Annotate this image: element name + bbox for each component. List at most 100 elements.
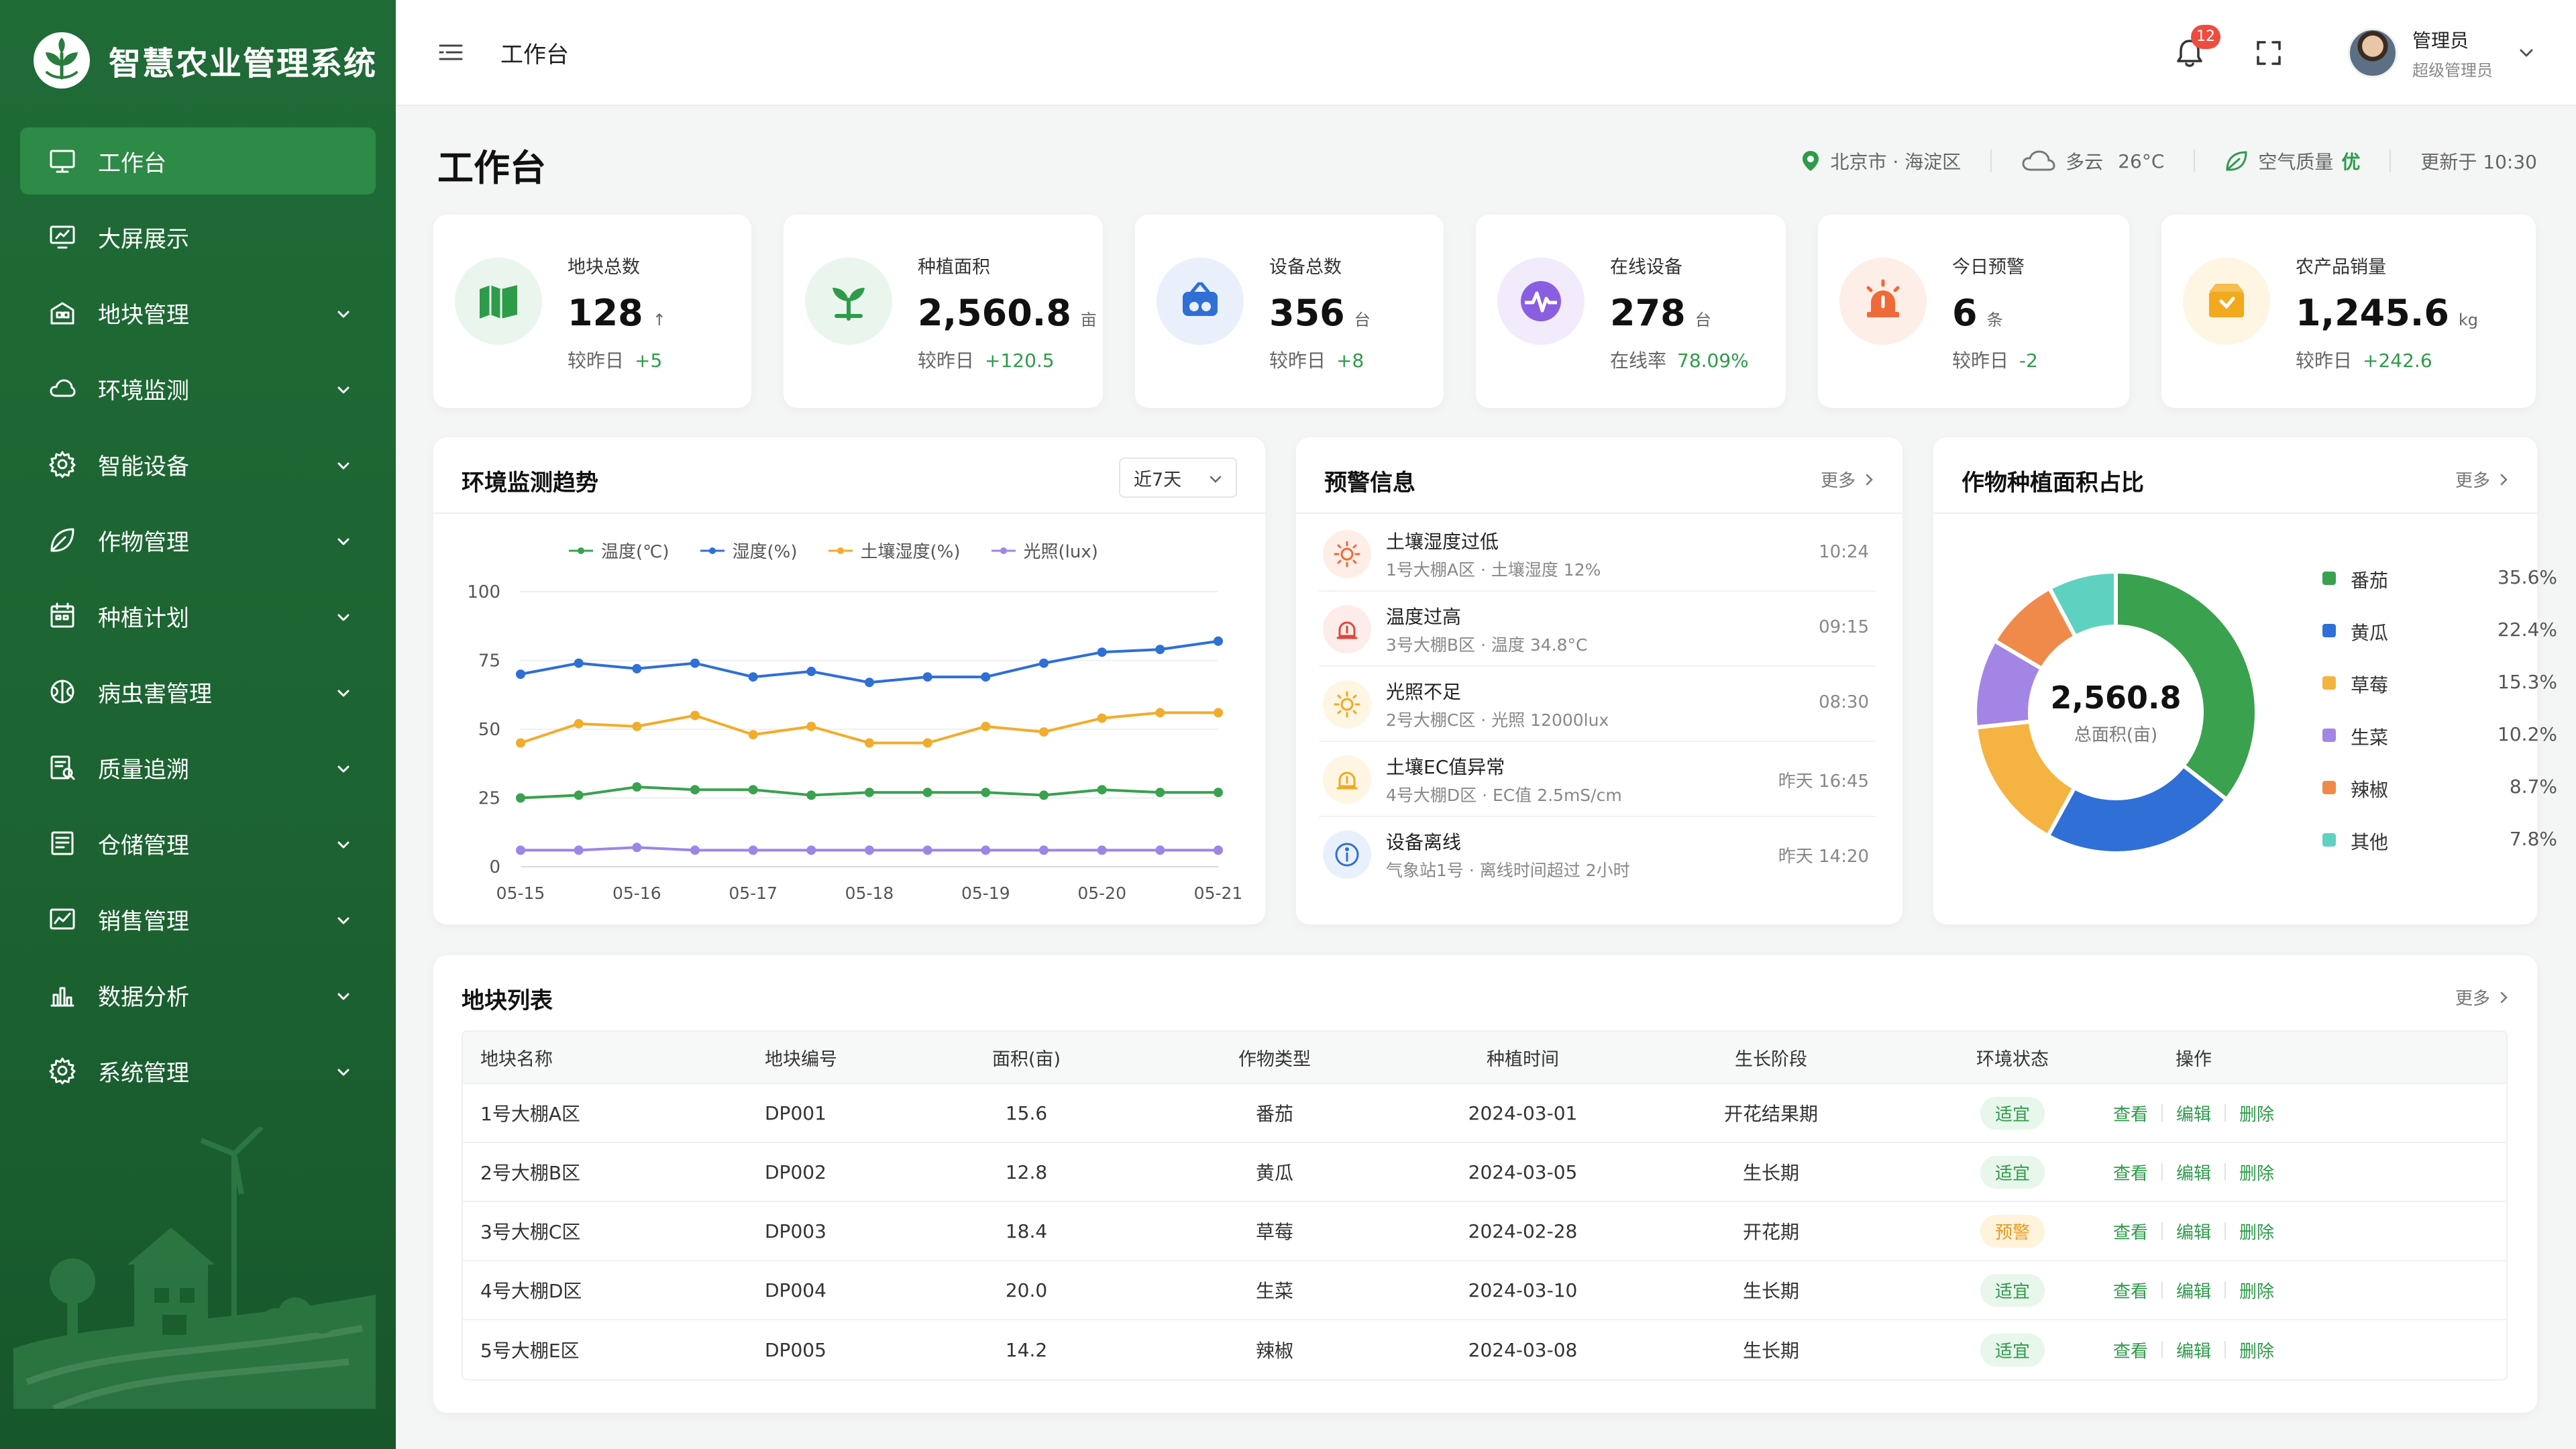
data-point[interactable] (1039, 658, 1049, 668)
sidebar-item-warehouse[interactable]: 仓储管理 (20, 810, 376, 877)
view-button[interactable]: 查看 (2113, 1338, 2148, 1362)
data-point[interactable] (690, 845, 700, 855)
data-point[interactable] (1214, 708, 1223, 718)
stat-card[interactable]: 种植面积 2,560.8 亩较昨日 +120.5 (784, 215, 1103, 408)
table-row[interactable]: 1号大棚A区 DP001 15.6 番茄 2024-03-01 开花结果期 适宜 查看 编辑 删除 (463, 1084, 2506, 1143)
sidebar-item-calendar[interactable]: 种植计划 (20, 582, 376, 649)
data-point[interactable] (1039, 727, 1049, 737)
data-point[interactable] (1039, 790, 1049, 800)
data-point[interactable] (806, 790, 816, 800)
data-point[interactable] (574, 845, 584, 855)
brand[interactable]: 智慧农业管理系统 (0, 0, 396, 121)
data-point[interactable] (690, 785, 700, 795)
data-point[interactable] (981, 721, 991, 731)
alert-item[interactable]: 光照不足 2号大棚C区 · 光照 12000lux 08:30 (1319, 667, 1876, 742)
legend-item[interactable]: 温度(℃) (568, 538, 669, 563)
legend-item[interactable]: 湿度(%) (699, 538, 798, 563)
stat-card[interactable]: 设备总数 356 台较昨日 +8 (1135, 215, 1444, 408)
data-point[interactable] (1097, 647, 1107, 657)
data-point[interactable] (690, 658, 700, 668)
data-point[interactable] (922, 672, 932, 682)
data-point[interactable] (1214, 845, 1223, 855)
data-point[interactable] (632, 843, 642, 853)
stat-card[interactable]: 农产品销量 1,245.6 kg 较昨日 +242.6 (2161, 215, 2536, 408)
view-button[interactable]: 查看 (2113, 1160, 2148, 1185)
data-point[interactable] (981, 845, 991, 855)
edit-button[interactable]: 编辑 (2176, 1278, 2211, 1303)
data-point[interactable] (690, 710, 700, 720)
data-point[interactable] (922, 738, 932, 748)
table-row[interactable]: 5号大棚E区 DP005 14.2 辣椒 2024-03-08 生长期 适宜 查看 编辑 删除 (463, 1320, 2506, 1379)
avatar[interactable] (2348, 28, 2398, 78)
sidebar-item-monitor[interactable]: 工作台 (20, 127, 376, 195)
data-point[interactable] (516, 845, 525, 855)
chevron-down-icon[interactable] (2517, 44, 2536, 62)
donut-legend-item[interactable]: 番茄 35.6% (2322, 565, 2557, 617)
data-point[interactable] (981, 788, 991, 798)
donut-legend-item[interactable]: 黄瓜 22.4% (2322, 617, 2557, 669)
data-point[interactable] (1155, 788, 1165, 798)
delete-button[interactable]: 删除 (2239, 1219, 2274, 1244)
data-point[interactable] (516, 793, 525, 803)
alert-item[interactable]: 设备离线 气象站1号 · 离线时间超过 2小时 昨天 14:20 (1319, 817, 1876, 892)
data-point[interactable] (1097, 785, 1107, 795)
edit-button[interactable]: 编辑 (2176, 1160, 2211, 1185)
data-point[interactable] (1097, 845, 1107, 855)
data-point[interactable] (1214, 788, 1223, 798)
data-point[interactable] (574, 658, 584, 668)
alert-item[interactable]: 温度过高 3号大棚B区 · 温度 34.8°C 09:15 (1319, 592, 1876, 667)
sidebar-item-pest[interactable]: 病虫害管理 (20, 658, 376, 725)
alerts-more-link[interactable]: 更多 (1821, 467, 1876, 492)
sidebar-item-settings[interactable]: 系统管理 (20, 1037, 376, 1104)
sidebar-item-gear[interactable]: 智能设备 (20, 431, 376, 498)
user-info[interactable]: 管理员 超级管理员 (2412, 26, 2493, 80)
fullscreen-icon[interactable] (2253, 37, 2285, 69)
menu-toggle-icon[interactable] (436, 38, 466, 67)
data-point[interactable] (574, 718, 584, 729)
stat-card[interactable]: 地块总数 128 ↑ 较昨日 +5 (433, 215, 751, 408)
table-row[interactable]: 4号大棚D区 DP004 20.0 生菜 2024-03-10 生长期 适宜 查看 编辑 删除 (463, 1261, 2506, 1320)
data-point[interactable] (516, 738, 525, 748)
data-point[interactable] (1155, 645, 1165, 655)
data-point[interactable] (806, 666, 816, 676)
data-point[interactable] (981, 672, 991, 682)
data-point[interactable] (1039, 845, 1049, 855)
location[interactable]: 北京市 · 海淀区 (1801, 148, 1961, 174)
edit-button[interactable]: 编辑 (2176, 1338, 2211, 1362)
data-point[interactable] (806, 721, 816, 731)
sidebar-item-cloud[interactable]: 环境监测 (20, 355, 376, 422)
delete-button[interactable]: 删除 (2239, 1101, 2274, 1126)
donut-legend-item[interactable]: 辣椒 8.7% (2322, 774, 2557, 826)
data-point[interactable] (865, 845, 874, 855)
legend-item[interactable]: 土壤湿度(%) (827, 538, 961, 563)
data-point[interactable] (574, 790, 584, 800)
delete-button[interactable]: 删除 (2239, 1278, 2274, 1303)
donut-legend-item[interactable]: 生菜 10.2% (2322, 722, 2557, 774)
edit-button[interactable]: 编辑 (2176, 1219, 2211, 1244)
stat-card[interactable]: 今日预警 6 条较昨日 -2 (1818, 215, 2129, 408)
data-point[interactable] (748, 672, 758, 682)
data-point[interactable] (632, 782, 642, 792)
data-point[interactable] (516, 669, 525, 679)
alert-item[interactable]: 土壤湿度过低 1号大棚A区 · 土壤湿度 12% 10:24 (1319, 517, 1876, 592)
data-point[interactable] (632, 721, 642, 731)
crop-more-link[interactable]: 更多 (2455, 467, 2510, 492)
view-button[interactable]: 查看 (2113, 1278, 2148, 1303)
view-button[interactable]: 查看 (2113, 1219, 2148, 1244)
delete-button[interactable]: 删除 (2239, 1338, 2274, 1362)
alert-item[interactable]: 土壤EC值异常 4号大棚D区 · EC值 2.5mS/cm 昨天 16:45 (1319, 742, 1876, 817)
table-row[interactable]: 2号大棚B区 DP002 12.8 黄瓜 2024-03-05 生长期 适宜 查看 编辑 删除 (463, 1143, 2506, 1202)
range-select[interactable]: 近7天 (1119, 458, 1237, 498)
data-point[interactable] (632, 663, 642, 674)
data-point[interactable] (748, 730, 758, 740)
sidebar-item-display[interactable]: 大屏展示 (20, 203, 376, 270)
data-point[interactable] (865, 678, 874, 688)
data-point[interactable] (922, 788, 932, 798)
notification-button[interactable]: 12 (2171, 25, 2220, 72)
sidebar-item-trace[interactable]: 质量追溯 (20, 734, 376, 801)
sidebar-item-leaf[interactable]: 作物管理 (20, 506, 376, 574)
sidebar-item-bar-chart[interactable]: 数据分析 (20, 961, 376, 1028)
data-point[interactable] (806, 845, 816, 855)
plot-more-link[interactable]: 更多 (2455, 985, 2510, 1010)
stat-card[interactable]: 在线设备 278 台在线率 78.09% (1476, 215, 1786, 408)
